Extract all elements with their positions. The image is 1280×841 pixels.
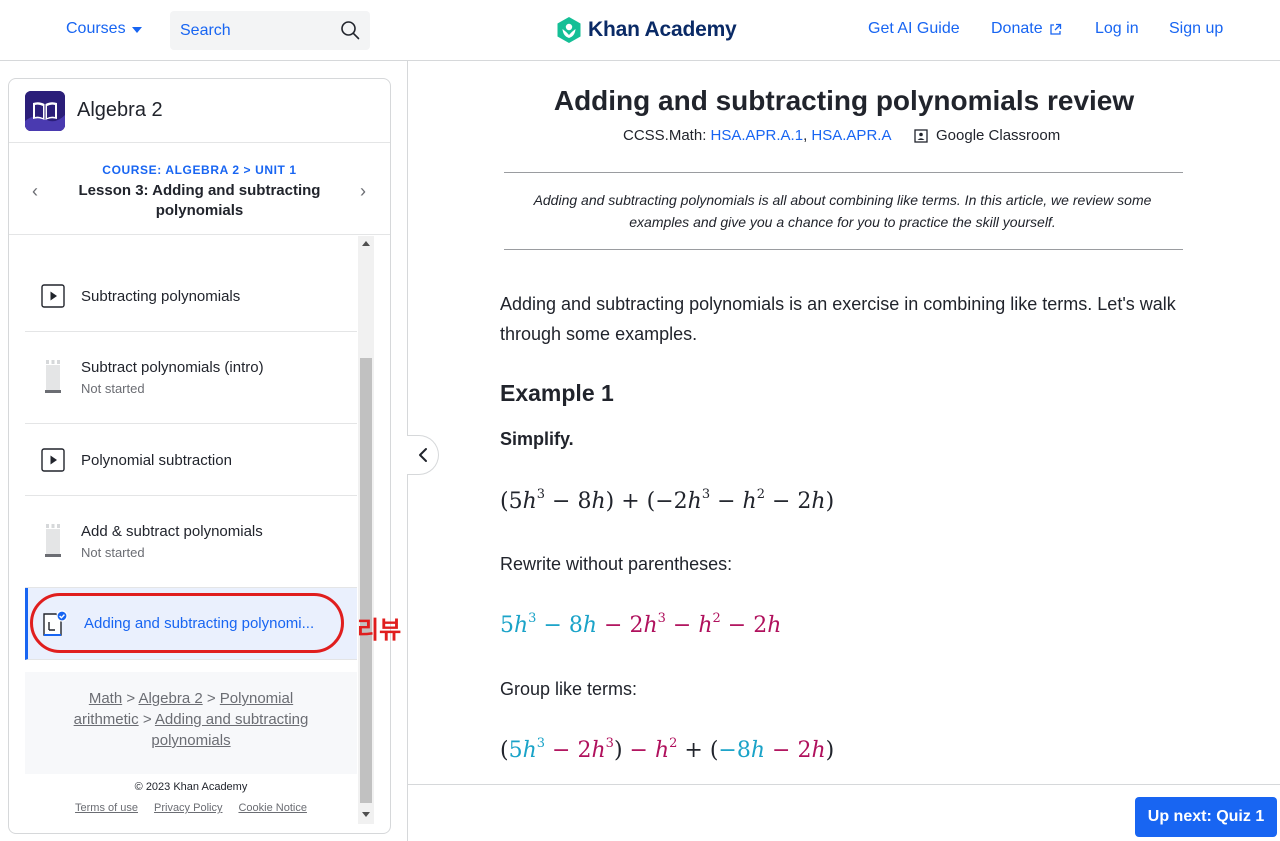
search-icon[interactable] (340, 20, 360, 40)
list-item-adding-subtracting-review-active[interactable]: Adding and subtracting polynomi... (25, 588, 357, 660)
courses-dropdown[interactable]: Courses (66, 20, 142, 38)
exercise-bar-icon (45, 360, 61, 393)
google-classroom-label: Google Classroom (936, 127, 1061, 144)
scroll-up-arrow-icon[interactable] (362, 241, 370, 246)
sign-up-link[interactable]: Sign up (1169, 20, 1223, 38)
step-group-label: Group like terms: (500, 679, 638, 699)
list-item-label: Subtracting polynomials (81, 288, 241, 305)
donate-label: Donate (991, 20, 1043, 37)
lesson-navigator: ‹ COURSE: ALGEBRA 2 > UNIT 1 Lesson 3: A… (9, 143, 390, 235)
simplify-instruction: Simplify. (500, 429, 574, 449)
sidebar-scrollbar[interactable] (358, 236, 374, 824)
summary-bottom-rule (504, 249, 1183, 250)
log-in-link[interactable]: Log in (1095, 20, 1139, 38)
search-box (170, 11, 370, 50)
lesson-title: Lesson 3: Adding and subtracting polynom… (78, 182, 321, 219)
khan-academy-logo[interactable]: Khan Academy (556, 16, 737, 44)
next-lesson-chevron-icon[interactable]: › (353, 181, 373, 201)
caret-down-icon (131, 27, 142, 33)
get-ai-guide-link[interactable]: Get AI Guide (868, 20, 960, 38)
list-item-polynomial-subtraction-video[interactable]: Polynomial subtraction (25, 424, 357, 496)
courses-label: Courses (66, 20, 126, 37)
breadcrumb-separator: > (206, 690, 216, 707)
chevron-left-icon (418, 448, 427, 462)
article-check-icon (43, 610, 68, 636)
math-expression-original: (5h3 − 8h) + (−2h3 − h2 − 2h) (500, 487, 835, 514)
exercise-bar-icon (45, 524, 61, 557)
footer-copyright: © 2023 Khan Academy (134, 781, 248, 793)
list-item-label: Adding and subtracting polynomi... (84, 615, 315, 632)
course-header[interactable]: Algebra 2 (9, 79, 390, 143)
scroll-thumb[interactable] (360, 358, 372, 803)
cookie-notice-link[interactable]: Cookie Notice (238, 802, 306, 814)
breadcrumb-algebra2-link[interactable]: Algebra 2 (138, 690, 202, 707)
math-expression-rewritten: 5h3 − 8h − 2h3 − h2 − 2h (500, 611, 782, 638)
breadcrumb-adding-subtracting-link[interactable]: Adding and subtracting polynomials (151, 711, 308, 749)
donate-link[interactable]: Donate (991, 20, 1062, 38)
scroll-down-arrow-icon[interactable] (362, 812, 370, 817)
summary-top-rule (504, 172, 1183, 173)
khan-hexagon-icon (557, 17, 581, 43)
annotation-review-label: 리뷰 (357, 616, 402, 644)
breadcrumb: Math > Algebra 2 > Polynomial arithmetic… (25, 672, 357, 774)
breadcrumb-separator: > (142, 711, 152, 728)
list-item-label: Add & subtract polynomials (81, 523, 263, 540)
list-item-status: Not started (81, 381, 145, 396)
footer-links: Terms of use Privacy Policy Cookie Notic… (25, 802, 357, 814)
standards-prefix: CCSS.Math: (623, 127, 711, 144)
play-icon (41, 284, 65, 308)
list-item-subtract-polynomials-intro[interactable]: Subtract polynomials (intro) Not started (25, 332, 357, 424)
list-item-label: Polynomial subtraction (81, 452, 232, 469)
previous-lesson-chevron-icon[interactable]: ‹ (25, 181, 45, 201)
logo-text: Khan Academy (588, 18, 737, 41)
collapse-sidebar-button[interactable] (407, 435, 439, 475)
standard-link-hsa-apr-a1[interactable]: HSA.APR.A.1 (711, 127, 804, 144)
list-item-status: Not started (81, 545, 145, 560)
google-classroom-button[interactable]: Google Classroom (914, 127, 1060, 144)
intro-paragraph: Adding and subtracting polynomials is an… (500, 294, 1176, 344)
list-item-subtracting-polynomials-video[interactable]: Subtracting polynomials (25, 260, 357, 332)
top-navigation-bar: Courses Khan Academy Get AI Guide Donate… (0, 0, 1280, 61)
play-icon (41, 448, 65, 472)
article-summary: Adding and subtracting polynomials is al… (533, 192, 1152, 230)
math-expression-grouped: (5h3 − 2h3) − h2 + (−8h − 2h) (500, 736, 835, 763)
lesson-kicker-link[interactable]: COURSE: ALGEBRA 2 > UNIT 1 (9, 163, 390, 177)
example-heading: Example 1 (500, 380, 614, 406)
step-rewrite-label: Rewrite without parentheses: (500, 554, 733, 574)
search-input[interactable] (180, 11, 330, 50)
breadcrumb-math-link[interactable]: Math (89, 690, 122, 707)
list-item-label: Subtract polynomials (intro) (81, 359, 264, 376)
standard-link-hsa-apr-a[interactable]: HSA.APR.A (811, 127, 891, 144)
ccss-standards: CCSS.Math: HSA.APR.A.1, HSA.APR.A (623, 127, 892, 144)
lesson-sidebar: Algebra 2 ‹ COURSE: ALGEBRA 2 > UNIT 1 L… (8, 78, 391, 834)
algebra-book-icon (25, 91, 65, 131)
list-item-add-subtract-polynomials[interactable]: Add & subtract polynomials Not started (25, 496, 357, 588)
google-classroom-icon (914, 128, 928, 143)
breadcrumb-separator: > (126, 690, 136, 707)
privacy-policy-link[interactable]: Privacy Policy (154, 802, 222, 814)
terms-of-use-link[interactable]: Terms of use (75, 802, 138, 814)
external-link-icon (1049, 23, 1061, 35)
up-next-quiz-button[interactable]: Up next: Quiz 1 (1135, 797, 1277, 837)
lesson-item-list: Subtracting polynomials Subtract polynom… (9, 236, 390, 833)
course-title: Algebra 2 (77, 99, 163, 121)
article-title: Adding and subtracting polynomials revie… (553, 85, 1135, 116)
